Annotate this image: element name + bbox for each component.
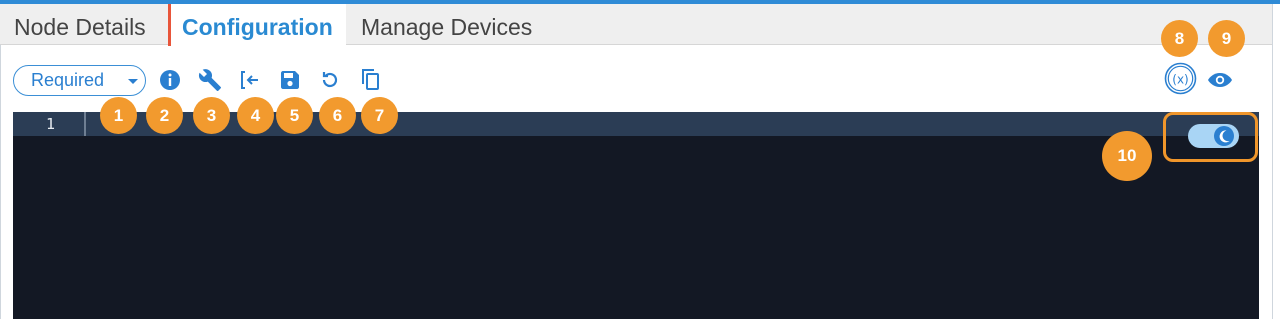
required-dropdown[interactable]: Required <box>13 65 146 96</box>
callout-marker-1: 1 <box>100 97 137 134</box>
info-icon[interactable] <box>158 68 182 92</box>
wrench-icon[interactable] <box>198 68 222 92</box>
copy-icon[interactable] <box>358 68 382 92</box>
callout-marker-5: 5 <box>276 97 313 134</box>
tab-bar: Node Details Configuration Manage Device… <box>0 4 1272 46</box>
svg-text:(x): (x) <box>1172 73 1188 87</box>
required-dropdown-label: Required <box>31 70 105 90</box>
caret-down-icon <box>128 79 138 84</box>
tab-configuration[interactable]: Configuration <box>168 4 346 46</box>
callout-marker-2: 2 <box>146 97 183 134</box>
panel-right-border <box>1272 4 1273 319</box>
callout-marker-7: 7 <box>361 97 398 134</box>
undo-icon[interactable] <box>318 68 342 92</box>
code-editor[interactable]: 1 <box>13 112 1259 319</box>
save-icon[interactable] <box>278 68 302 92</box>
callout-marker-3: 3 <box>193 97 230 134</box>
variables-icon[interactable]: (x) <box>1164 62 1197 95</box>
insert-from-icon[interactable] <box>238 68 262 92</box>
tab-node-details[interactable]: Node Details <box>14 4 146 45</box>
callout-marker-8: 8 <box>1161 20 1198 57</box>
callout-marker-6: 6 <box>319 97 356 134</box>
panel-left-border <box>0 4 1 319</box>
eye-icon[interactable] <box>1207 69 1233 91</box>
line-number: 1 <box>45 115 55 133</box>
callout-marker-10: 10 <box>1102 131 1152 181</box>
toggle-highlight-frame <box>1163 112 1258 162</box>
tab-manage-devices[interactable]: Manage Devices <box>361 4 532 45</box>
callout-marker-4: 4 <box>237 97 274 134</box>
editor-indent-guide <box>84 112 86 136</box>
callout-marker-9: 9 <box>1208 20 1245 57</box>
editor-gutter: 1 <box>13 112 70 319</box>
